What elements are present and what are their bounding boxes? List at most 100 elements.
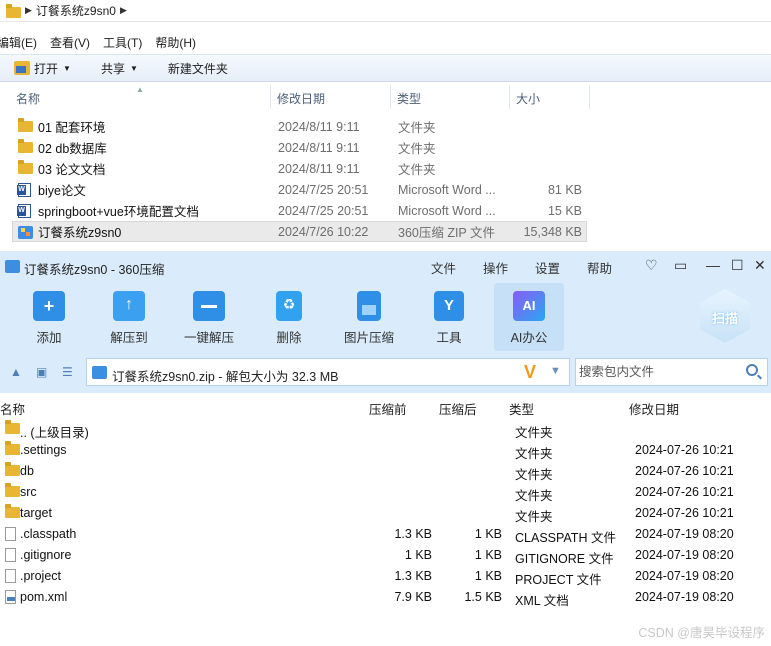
watermark: CSDN @唐昊毕设程序 — [638, 626, 765, 640]
ai-icon — [513, 291, 545, 321]
share-button[interactable]: 共享 ▼ — [101, 60, 138, 77]
file-size: 15 KB — [547, 203, 582, 218]
archive-row[interactable]: .. (上级目录) 文件夹 — [0, 419, 771, 440]
column-divider[interactable] — [390, 85, 391, 109]
up-arrow-icon[interactable]: ▲ — [10, 365, 22, 379]
column-name[interactable]: 名称 — [16, 90, 40, 107]
entry-name: db — [20, 464, 34, 478]
menu-file[interactable]: 文件 — [431, 258, 456, 277]
menu-help[interactable]: 帮助(H) — [155, 34, 196, 51]
column-name[interactable]: 名称 — [0, 399, 25, 418]
delete-button[interactable]: 删除 — [254, 291, 324, 347]
column-date[interactable]: 修改日期 — [277, 90, 325, 107]
archive-row[interactable]: .project 1.3 KB 1 KB PROJECT 文件 2024-07-… — [0, 566, 771, 587]
entry-date: 2024-07-26 10:21 — [635, 464, 734, 478]
file-row[interactable]: 03 论文文档 2024/8/11 9:11 文件夹 — [12, 158, 587, 179]
menu-settings[interactable]: 设置 — [535, 258, 560, 277]
archive-row[interactable]: pom.xml 7.9 KB 1.5 KB XML 文档 2024-07-19 … — [0, 587, 771, 608]
extract-to-button[interactable]: 解压到 — [94, 291, 164, 347]
entry-type: PROJECT 文件 — [515, 573, 602, 587]
chevron-right-icon[interactable]: ▶ — [120, 5, 127, 16]
close-icon[interactable]: ✕ — [754, 257, 766, 274]
file-type: 360压缩 ZIP 文件 — [398, 226, 496, 240]
archive-row[interactable]: db 文件夹 2024-07-26 10:21 — [0, 461, 771, 482]
column-date[interactable]: 修改日期 — [629, 399, 679, 418]
entry-type: XML 文档 — [515, 594, 569, 608]
folder-icon — [5, 441, 20, 455]
image-compress-button[interactable]: 图片压缩 — [334, 291, 404, 347]
archive-row[interactable]: .classpath 1.3 KB 1 KB CLASSPATH 文件 2024… — [0, 524, 771, 545]
feedback-icon[interactable]: ▭ — [674, 257, 687, 274]
folder-icon — [5, 420, 20, 434]
file-name: 订餐系统z9sn0 — [38, 226, 122, 240]
menu-operate[interactable]: 操作 — [483, 258, 508, 277]
add-button[interactable]: 添加 — [14, 291, 84, 347]
file-type: 文件夹 — [398, 142, 436, 156]
archive-row[interactable]: src 文件夹 2024-07-26 10:21 — [0, 482, 771, 503]
search-icon[interactable] — [746, 364, 758, 376]
file-date: 2024/8/11 9:11 — [278, 119, 360, 134]
entry-date: 2024-07-19 08:20 — [635, 590, 734, 604]
new-folder-button[interactable]: 新建文件夹 — [168, 60, 228, 77]
ai-office-button[interactable]: AI办公 — [494, 283, 564, 351]
recycle-icon — [276, 291, 302, 321]
column-divider[interactable] — [270, 85, 271, 109]
archive-path-field[interactable]: 订餐系统z9sn0.zip - 解包大小为 32.3 MB V ▼ — [86, 358, 570, 386]
menu-view[interactable]: 查看(V) — [50, 34, 90, 51]
file-row[interactable]: springboot+vue环境配置文档 2024/7/25 20:51 Mic… — [12, 200, 587, 221]
archive-row[interactable]: .settings 文件夹 2024-07-26 10:21 — [0, 440, 771, 461]
file-date: 2024/7/25 20:51 — [278, 182, 369, 197]
open-label: 打开 — [34, 61, 59, 76]
file-date: 2024/8/11 9:11 — [278, 140, 360, 155]
column-type[interactable]: 类型 — [509, 399, 534, 418]
column-type[interactable]: 类型 — [397, 90, 421, 107]
menu-tools[interactable]: 工具(T) — [103, 34, 142, 51]
entry-size-after: 1 KB — [474, 527, 502, 541]
file-row[interactable]: biye论文 2024/7/25 20:51 Microsoft Word ..… — [12, 179, 587, 200]
archive-row[interactable]: .gitignore 1 KB 1 KB GITIGNORE 文件 2024-0… — [0, 545, 771, 566]
file-name: 03 论文文档 — [38, 163, 106, 177]
entry-name: .classpath — [20, 527, 77, 541]
archive-row[interactable]: target 文件夹 2024-07-26 10:21 — [0, 503, 771, 524]
scan-button[interactable]: 扫描 — [700, 289, 750, 343]
entry-size-before: 1.3 KB — [394, 569, 432, 583]
file-type: Microsoft Word ... — [398, 203, 496, 218]
file-date: 2024/7/25 20:51 — [278, 203, 369, 218]
file-row[interactable]: 02 db数据库 2024/8/11 9:11 文件夹 — [12, 137, 587, 158]
add-label: 添加 — [36, 331, 62, 345]
image-compress-icon — [357, 291, 381, 321]
column-divider[interactable] — [589, 85, 590, 109]
search-input[interactable] — [577, 360, 739, 384]
file-row[interactable]: 01 配套环境 2024/8/11 9:11 文件夹 — [12, 116, 587, 137]
menu-edit[interactable]: 编辑(E) — [0, 34, 37, 51]
file-date: 2024/7/26 10:22 — [278, 224, 369, 239]
chevron-down-icon[interactable]: ▼ — [550, 365, 561, 377]
skin-icon[interactable]: ♡ — [645, 257, 658, 274]
folder-icon — [18, 118, 33, 132]
one-click-extract-button[interactable]: 一键解压 — [174, 291, 244, 347]
column-divider[interactable] — [509, 85, 510, 109]
folder-icon — [18, 139, 33, 153]
file-name: biye论文 — [38, 184, 86, 198]
column-size[interactable]: 大小 — [516, 90, 540, 107]
folder-icon — [18, 160, 33, 174]
open-button[interactable]: 打开 ▼ — [14, 60, 71, 77]
breadcrumb[interactable]: 订餐系统z9sn0 — [36, 2, 116, 19]
explorer-address-bar[interactable]: ▶ 订餐系统z9sn0 ▶ — [0, 0, 771, 22]
entry-size-after: 1.5 KB — [464, 590, 502, 604]
column-size-before[interactable]: 压缩前 — [369, 399, 407, 418]
menu-help[interactable]: 帮助 — [587, 258, 612, 277]
entry-type: 文件夹 — [515, 447, 553, 461]
entry-name: .project — [20, 569, 61, 583]
maximize-icon[interactable]: ☐ — [731, 257, 744, 274]
chevron-right-icon[interactable]: ▶ — [25, 5, 32, 16]
view-list-icon[interactable]: ☰ — [62, 365, 73, 379]
archive-search[interactable] — [575, 358, 768, 386]
view-thumbnail-icon[interactable]: ▣ — [36, 365, 47, 379]
file-row-selected[interactable]: 订餐系统z9sn0 2024/7/26 10:22 360压缩 ZIP 文件 1… — [12, 221, 587, 242]
zip-title-bar[interactable]: 订餐系统z9sn0 - 360压缩 文件 操作 设置 帮助 ♡ ▭ — ☐ ✕ — [0, 251, 771, 283]
column-size-after[interactable]: 压缩后 — [439, 399, 477, 418]
tools-button[interactable]: 工具 — [414, 291, 484, 347]
zip-archive-icon — [92, 366, 107, 379]
minimize-icon[interactable]: — — [706, 257, 720, 273]
